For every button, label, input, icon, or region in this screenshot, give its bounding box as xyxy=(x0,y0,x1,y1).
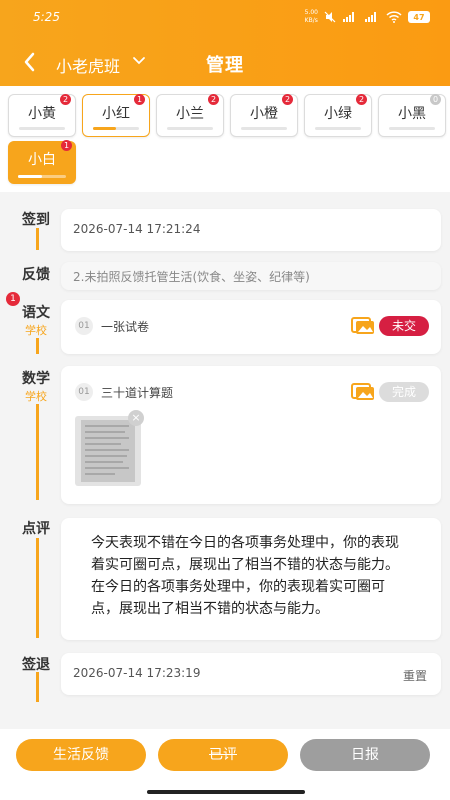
student-chip[interactable]: 小红 1 xyxy=(82,94,150,137)
sign-in-card: 2026-07-14 17:21:24 xyxy=(61,209,441,251)
count-badge: 1 xyxy=(61,140,72,151)
task-title: 三十道计算题 xyxy=(101,386,174,400)
count-badge: 0 xyxy=(430,94,441,105)
student-name: 小白 xyxy=(28,152,56,168)
nav-bar: 小老虎班 管理 xyxy=(0,44,450,80)
student-chip[interactable]: 小兰 2 xyxy=(156,94,224,137)
feedback-text: 2.未拍照反馈托管生活(饮食、坐姿、纪律等) xyxy=(73,270,310,284)
status-icons: 5.00 KB/s 47 xyxy=(305,9,430,25)
count-badge: 2 xyxy=(356,94,367,105)
student-chip[interactable]: 小绿 2 xyxy=(304,94,372,137)
app-header: 5:25 5.00 KB/s 47 小老虎班 管理 xyxy=(0,0,450,86)
student-chip[interactable]: 小橙 2 xyxy=(230,94,298,137)
reviewed-button[interactable]: 已评 xyxy=(158,739,288,771)
count-badge: 1 xyxy=(134,94,145,105)
review-card[interactable]: 今天表现不错在今日的各项事务处理中，你的表现着实可圈可点，展现出了相当不错的状态… xyxy=(61,518,441,640)
daily-report-button[interactable]: 日报 xyxy=(300,739,430,771)
battery-level: 47 xyxy=(413,12,425,22)
student-name: 小黄 xyxy=(28,106,56,122)
timeline-line xyxy=(36,672,39,702)
student-name: 小黑 xyxy=(398,106,426,122)
progress-bar xyxy=(167,127,213,130)
net-speed-value: 5.00 xyxy=(304,9,318,16)
signal-5g-icon xyxy=(365,12,376,22)
student-name: 小绿 xyxy=(324,106,352,122)
status-time: 5:25 xyxy=(33,10,60,24)
student-chip[interactable]: 小黑 0 xyxy=(378,94,446,137)
feedback-card: 2.未拍照反馈托管生活(饮食、坐姿、纪律等) xyxy=(61,262,441,290)
mute-icon xyxy=(324,11,336,23)
reset-button[interactable]: 重置 xyxy=(403,667,427,684)
progress-bar xyxy=(315,127,361,130)
image-upload-icon[interactable] xyxy=(351,383,375,401)
sign-in-time: 2026-07-14 17:21:24 xyxy=(73,222,201,236)
progress-bar xyxy=(93,127,139,130)
home-indicator xyxy=(147,790,305,794)
progress-bar xyxy=(18,175,66,178)
student-selector: 小黄 2 小红 1 小兰 2 小橙 2 小绿 2 小黑 0 小白 1 xyxy=(0,86,450,192)
task-number: 01 xyxy=(75,317,93,335)
status-bar: 5:25 5.00 KB/s 47 xyxy=(0,6,450,28)
task-number: 01 xyxy=(75,383,93,401)
timeline-line xyxy=(36,228,39,250)
timeline-line xyxy=(36,404,39,500)
close-icon[interactable]: × xyxy=(128,410,144,426)
sign-out-card: 2026-07-14 17:23:19 重置 xyxy=(61,653,441,695)
signal-4g-icon xyxy=(343,12,354,22)
sign-out-time: 2026-07-14 17:23:19 xyxy=(73,666,201,680)
timeline-line xyxy=(36,338,39,354)
timeline-line xyxy=(36,538,39,638)
net-speed-unit: KB/s xyxy=(304,17,318,24)
page-title: 管理 xyxy=(206,55,244,76)
student-name: 小兰 xyxy=(176,106,204,122)
student-chip[interactable]: 小白 1 xyxy=(8,140,76,184)
progress-bar xyxy=(19,127,65,130)
net-speed: 5.00 KB/s xyxy=(305,9,318,25)
math-task-card[interactable]: 01 三十道计算题 完成 × xyxy=(61,366,441,504)
status-badge-not-submitted[interactable]: 未交 xyxy=(379,316,429,336)
progress-bar xyxy=(241,127,287,130)
chinese-task-card[interactable]: 01 一张试卷 未交 xyxy=(61,300,441,354)
progress-fill xyxy=(18,175,42,178)
task-title: 一张试卷 xyxy=(101,320,150,334)
life-feedback-button[interactable]: 生活反馈 xyxy=(16,739,146,771)
count-badge: 2 xyxy=(282,94,293,105)
review-text: 今天表现不错在今日的各项事务处理中，你的表现着实可圈可点，展现出了相当不错的状态… xyxy=(91,535,399,617)
image-upload-icon[interactable] xyxy=(351,317,375,335)
status-badge-completed: 完成 xyxy=(379,382,429,402)
progress-fill xyxy=(93,127,116,130)
student-chip[interactable]: 小黄 2 xyxy=(8,94,76,137)
count-badge: 2 xyxy=(208,94,219,105)
student-name: 小红 xyxy=(102,106,130,122)
homework-photo-thumbnail[interactable] xyxy=(75,416,141,486)
bottom-action-bar: 生活反馈 已评 日报 xyxy=(0,729,450,800)
wifi-icon xyxy=(386,11,402,23)
progress-bar xyxy=(389,127,435,130)
student-name: 小橙 xyxy=(250,106,278,122)
battery-icon: 47 xyxy=(408,11,430,23)
count-badge: 2 xyxy=(60,94,71,105)
